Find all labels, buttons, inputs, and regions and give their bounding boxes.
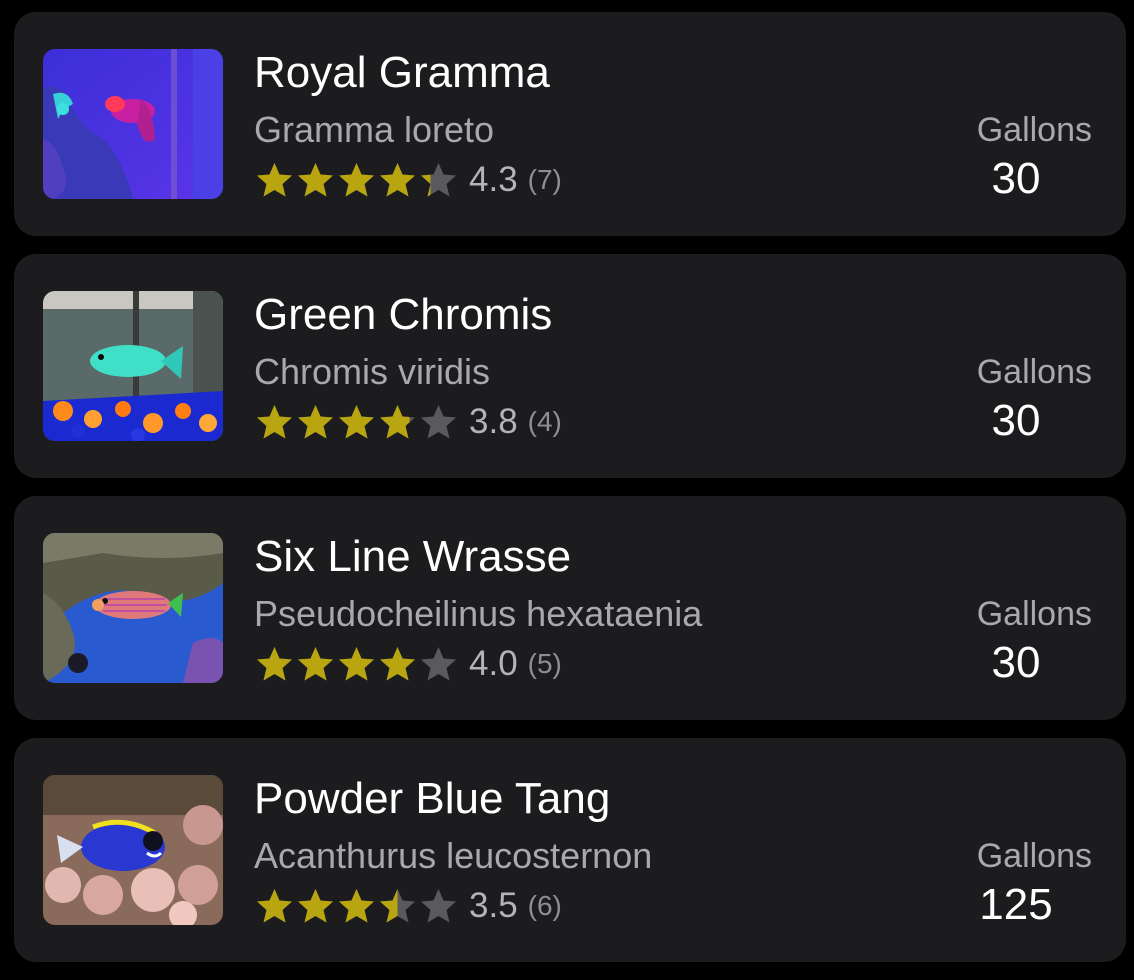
fish-name: Six Line Wrasse [254,532,572,581]
gallons-value: 30 [991,154,1041,203]
review-count: (4) [527,406,562,437]
star-icon [421,163,456,197]
star-icon [421,889,456,923]
star-icon [380,647,415,681]
star-icon [380,163,415,197]
green-chromis-photo [43,291,223,441]
fish-scientific-name: Acanthurus leucosternon [254,835,653,876]
rating-score: 3.8 [469,402,518,441]
fish-scientific-name: Pseudocheilinus hexataenia [254,593,703,634]
star-icon [298,647,333,681]
review-count: (7) [527,164,562,195]
fish-name: Royal Gramma [254,48,550,97]
star-icon [421,405,456,439]
star-icon [339,889,374,923]
rating-score: 3.5 [469,886,518,925]
star-icon [339,163,374,197]
star-icon [421,647,456,681]
fish-card-six-line-wrasse[interactable]: Six Line Wrasse Pseudocheilinus hexataen… [14,496,1126,720]
fish-card-royal-gramma[interactable]: Royal Gramma Gramma loreto 4.3 (7) Gallo… [14,12,1126,236]
fish-card-green-chromis[interactable]: Green Chromis Chromis viridis 3.8 (4) Ga… [14,254,1126,478]
fish-list: Royal Gramma Gramma loreto 4.3 (7) Gallo… [14,12,1126,980]
star-icon [298,889,333,923]
review-count: (6) [527,890,562,921]
fish-scientific-name: Chromis viridis [254,351,491,392]
gallons-value: 30 [991,396,1041,445]
star-icon [339,405,374,439]
fish-name: Powder Blue Tang [254,774,611,823]
star-rating [254,160,459,200]
rating-row: 4.3 (7) [254,158,562,202]
rating-row: 4.0 (5) [254,642,562,686]
star-icon [257,647,292,681]
rating-score: 4.0 [469,644,518,683]
star-icon [257,163,292,197]
fish-name: Green Chromis [254,290,553,339]
star-rating [254,402,459,442]
review-count: (5) [527,648,562,679]
star-icon [380,405,415,439]
rating-score: 4.3 [469,160,518,199]
gallons-label: Gallons [976,353,1092,391]
rating-row: 3.5 (6) [254,884,562,928]
star-icon [257,889,292,923]
gallons-value: 30 [991,638,1041,687]
powder-blue-tang-photo [43,775,223,925]
royal-gramma-photo [43,49,223,199]
gallons-label: Gallons [976,595,1092,633]
star-rating [254,644,459,684]
rating-row: 3.8 (4) [254,400,562,444]
star-icon [339,647,374,681]
star-rating [254,886,459,926]
gallons-value: 125 [979,880,1053,929]
fish-card-powder-blue-tang[interactable]: Powder Blue Tang Acanthurus leucosternon… [14,738,1126,962]
six-line-wrasse-photo [43,533,223,683]
gallons-label: Gallons [976,837,1092,875]
star-icon [257,405,292,439]
fish-scientific-name: Gramma loreto [254,109,495,150]
star-icon [298,163,333,197]
gallons-label: Gallons [976,111,1092,149]
star-icon [298,405,333,439]
star-icon [380,889,415,923]
